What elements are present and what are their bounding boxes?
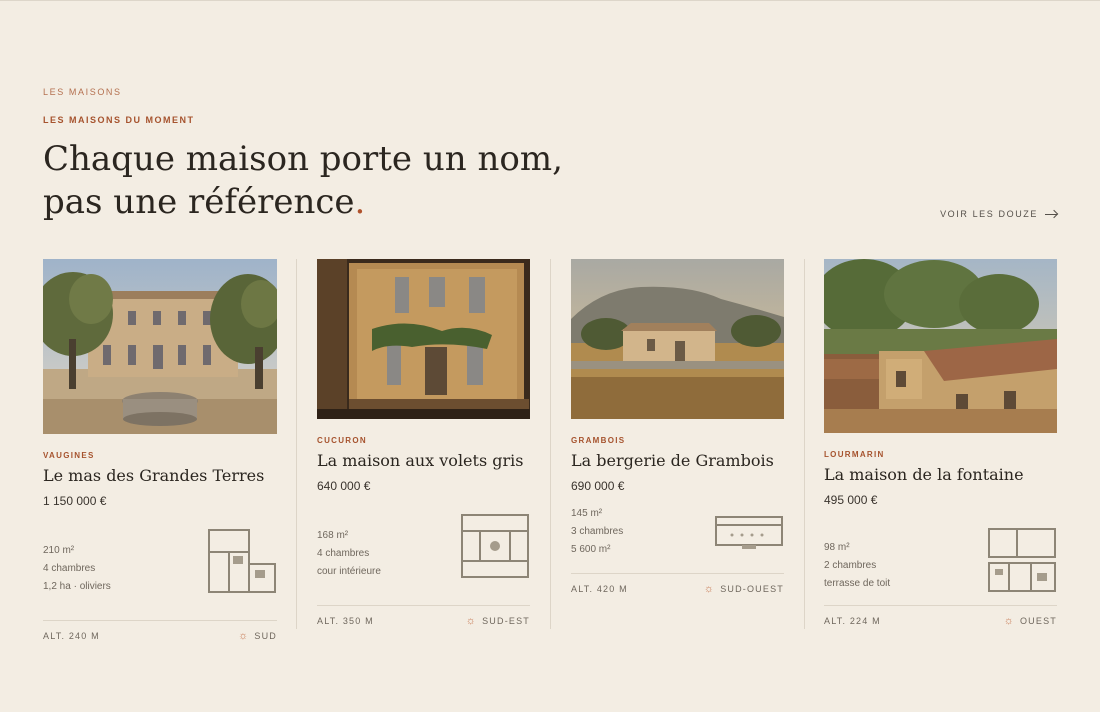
property-footer: ALT. 350 M ☼ SUD-EST (317, 605, 530, 626)
property-specs: 168 m² 4 chambres cour intérieure (317, 527, 381, 581)
floor-plan-icon (208, 529, 276, 593)
sun-icon: ☼ (703, 582, 716, 595)
property-card[interactable]: LOURMARIN La maison de la fontaine 495 0… (824, 259, 1057, 626)
property-village: VAUGINES (43, 451, 95, 460)
headline-line-2: pas une référence (43, 182, 355, 222)
property-card[interactable]: GRAMBOIS La bergerie de Grambois 690 000… (571, 259, 784, 594)
sun-icon: ☼ (1003, 614, 1015, 627)
property-orientation: ☼ SUD-OUEST (703, 582, 784, 595)
property-altitude: ALT. 240 M (43, 631, 100, 641)
spec-bedrooms: 4 chambres (43, 563, 96, 574)
spec-feature: cour intérieure (317, 566, 381, 577)
property-details: 210 m² 4 chambres 1,2 ha · oliviers (43, 528, 277, 593)
property-orientation: ☼ SUD-EST (465, 614, 530, 627)
floor-plan-icon (988, 528, 1056, 592)
property-village: LOURMARIN (824, 450, 885, 459)
orientation-label: SUD-EST (482, 616, 530, 626)
property-altitude: ALT. 350 M (317, 616, 374, 626)
property-title[interactable]: La maison de la fontaine (824, 465, 1057, 484)
property-specs: 98 m² 2 chambres terrasse de toit (824, 539, 890, 593)
orientation-label: OUEST (1019, 616, 1057, 626)
page-title: Chaque maison porte un nom, pas une réfé… (43, 138, 603, 224)
property-details: 98 m² 2 chambres terrasse de toit (824, 527, 1057, 593)
property-footer: ALT. 224 M ☼ OUEST (824, 605, 1057, 626)
property-price: 690 000 € (571, 479, 625, 493)
spec-area: 168 m² (317, 530, 349, 541)
property-card[interactable]: VAUGINES Le mas des Grandes Terres 1 150… (43, 259, 277, 641)
spec-area: 145 m² (571, 508, 603, 519)
property-altitude: ALT. 224 M (824, 616, 881, 626)
spec-area: 98 m² (824, 542, 850, 553)
property-photo (43, 259, 277, 434)
sun-icon: ☼ (238, 629, 250, 642)
spec-feature: 5 600 m² (571, 544, 611, 555)
card-divider (296, 259, 297, 629)
see-all-label: VOIR LES DOUZE (940, 209, 1038, 219)
property-village: CUCURON (317, 436, 367, 445)
property-photo (824, 259, 1057, 433)
property-village: GRAMBOIS (571, 436, 626, 445)
spec-feature: terrasse de toit (824, 578, 891, 589)
property-price: 495 000 € (824, 493, 878, 507)
property-price: 640 000 € (317, 479, 371, 493)
spec-feature: 1,2 ha · oliviers (43, 581, 111, 592)
property-price: 1 150 000 € (43, 494, 107, 508)
spec-bedrooms: 4 chambres (317, 548, 370, 559)
property-specs: 145 m² 3 chambres 5 600 m² (571, 505, 623, 559)
floor-plan-icon (461, 514, 529, 578)
sun-icon: ☼ (465, 614, 478, 627)
section-kicker: LES MAISONS DU MOMENT (43, 115, 195, 125)
property-footer: ALT. 420 M ☼ SUD-OUEST (571, 573, 784, 594)
property-title[interactable]: La maison aux volets gris (317, 451, 530, 470)
arrow-right-icon (1045, 213, 1057, 215)
property-title[interactable]: Le mas des Grandes Terres (43, 466, 277, 485)
property-orientation: ☼ OUEST (1003, 614, 1057, 627)
property-details: 168 m² 4 chambres cour intérieure (317, 513, 530, 578)
property-specs: 210 m² 4 chambres 1,2 ha · oliviers (43, 542, 111, 596)
spec-bedrooms: 3 chambres (571, 526, 624, 537)
property-altitude: ALT. 420 M (571, 584, 628, 594)
property-photo (571, 259, 784, 419)
property-orientation: ☼ SUD (238, 629, 277, 642)
card-divider (550, 259, 551, 629)
property-footer: ALT. 240 M ☼ SUD (43, 620, 277, 641)
headline-line-1: Chaque maison porte un nom, (43, 139, 563, 179)
spec-area: 210 m² (43, 545, 75, 556)
property-card[interactable]: CUCURON La maison aux volets gris 640 00… (317, 259, 530, 626)
card-divider (804, 259, 805, 629)
orientation-label: SUD (254, 631, 277, 641)
floor-plan-icon (715, 516, 783, 549)
property-details: 145 m² 3 chambres 5 600 m² (571, 505, 784, 569)
headline-accent-dot: . (354, 182, 366, 222)
property-photo (317, 259, 530, 419)
property-title[interactable]: La bergerie de Grambois (571, 451, 784, 470)
section-eyebrow: LES MAISONS (43, 87, 122, 97)
orientation-label: SUD-OUEST (720, 584, 784, 594)
spec-bedrooms: 2 chambres (824, 560, 877, 571)
see-all-link[interactable]: VOIR LES DOUZE (940, 209, 1057, 219)
